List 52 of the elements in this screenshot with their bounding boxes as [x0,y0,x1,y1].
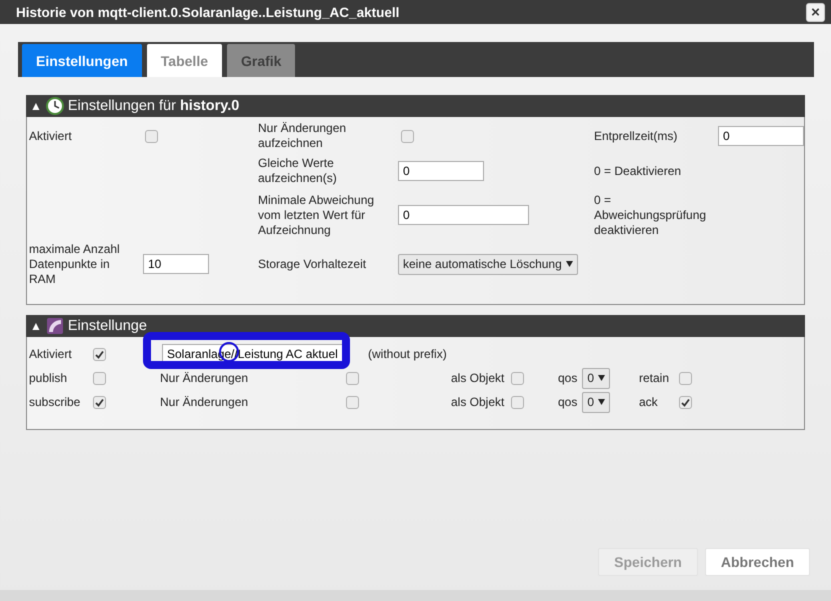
window-title: Historie von mqtt-client.0.Solaranlage..Leistung_AC_aktuell [16,4,400,20]
field-label: als Objekt [451,370,504,386]
field-label: qos [558,370,578,386]
checkbox[interactable] [346,372,359,384]
field-label: maximale Anzahl Datenpunkte in RAM [29,242,121,286]
checkbox[interactable] [679,372,692,384]
panel-title: Einstellungen für history.0 [68,98,240,114]
input-field[interactable]: 0 [398,205,529,225]
checkbox[interactable] [93,396,106,408]
input-field[interactable]: 0 [398,161,484,181]
input-field[interactable]: 0 [718,126,804,146]
field-label: Gleiche Werte aufzeichnen(s) [258,156,338,186]
caret-icon [598,375,606,381]
caret-icon [566,261,573,267]
note-text: (without prefix) [368,346,447,362]
collapse-toggle[interactable]: ▲ [30,319,42,333]
hint-text: 0 = Abweichungsprüfung deaktivieren [594,192,708,238]
dialog-button[interactable]: Abbrechen [704,548,810,576]
caret-icon [598,399,606,405]
checkbox[interactable] [93,372,106,384]
checkbox[interactable] [511,372,524,384]
checkbox[interactable] [145,130,158,142]
field-label: Entprellzeit(ms) [594,128,678,144]
tab[interactable]: Einstellungen [22,44,142,77]
input-field[interactable]: 10 [143,254,209,274]
field-label: als Objekt [451,394,504,410]
checkbox[interactable] [401,130,414,142]
retention-dropdown[interactable]: keine automatische Löschung [398,254,578,274]
field-label: Storage Vorhaltezeit [258,256,366,272]
field-label: retain [639,370,670,386]
field-label: Nur Änderungen [160,394,248,410]
field-label: qos [558,394,578,410]
field-label: ack [639,394,658,410]
field-label: Aktiviert [29,346,72,362]
client-icon [46,317,64,335]
checkbox[interactable] [93,348,106,360]
checkbox[interactable] [679,396,692,408]
field-label: subscribe [29,394,80,410]
qos-dropdown[interactable]: 0 [582,368,610,388]
tab[interactable]: Tabelle [146,44,222,77]
field-label: Aktiviert [29,128,72,144]
field-label: Nur Änderungen [160,370,248,386]
field-label: publish [29,370,68,386]
hint-text: 0 = Deaktivieren [594,164,682,178]
collapse-toggle[interactable]: ▲ [30,99,42,113]
checkbox[interactable] [346,396,359,408]
panel-title: Einstellunge [68,318,147,334]
close-button[interactable]: × [806,2,825,22]
field-label: Nur Änderungen aufzeichnen [258,121,348,151]
field-label: Minimale Abweichung vom letzten Wert für Aufzeichnung [258,192,376,238]
qos-dropdown[interactable]: 0 [582,392,610,412]
checkbox[interactable] [511,396,524,408]
